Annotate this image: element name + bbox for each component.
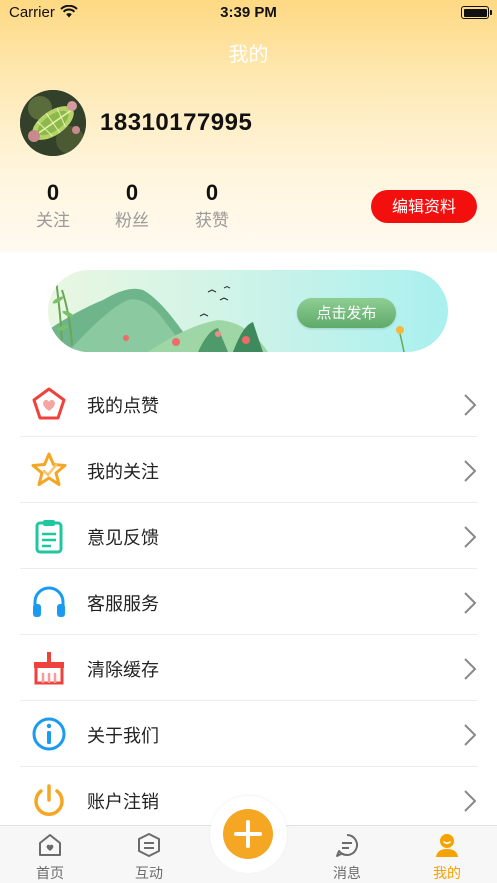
page-title: 我的	[228, 42, 269, 66]
profile-icon	[436, 834, 458, 857]
menu-label: 意见反馈	[87, 528, 159, 549]
menu-item-customer-service[interactable]: 客服服务	[20, 569, 477, 635]
menu-label: 客服服务	[87, 594, 159, 615]
menu-label: 我的点赞	[87, 396, 159, 417]
heart-pentagon-icon	[32, 387, 66, 420]
stat-following-label: 关注	[36, 211, 70, 231]
menu-item-feedback[interactable]: 意见反馈	[20, 503, 477, 569]
clock: 3:39 PM	[220, 4, 277, 21]
headphones-icon	[33, 586, 65, 617]
plus-icon	[234, 820, 262, 848]
stat-likes[interactable]: 0 获赞	[182, 180, 242, 231]
star-icon	[31, 452, 67, 486]
message-icon	[336, 834, 358, 857]
menu-label: 我的关注	[87, 462, 159, 483]
menu-item-clear-cache[interactable]: 清除缓存	[20, 635, 477, 701]
interaction-icon	[138, 833, 160, 857]
info-icon	[32, 717, 66, 751]
battery-icon	[461, 6, 492, 19]
menu-label: 账户注销	[87, 792, 159, 813]
stat-fans[interactable]: 0 粉丝	[102, 180, 162, 231]
chevron-right-icon	[464, 724, 477, 746]
stat-likes-label: 获赞	[195, 211, 229, 231]
publish-button[interactable]: 点击发布	[297, 298, 396, 328]
avatar[interactable]	[20, 90, 86, 156]
publish-fab[interactable]	[223, 809, 273, 859]
tab-label: 互动	[135, 866, 163, 882]
menu-item-about-us[interactable]: 关于我们	[20, 701, 477, 767]
chevron-right-icon	[464, 790, 477, 812]
menu-item-my-likes[interactable]: 我的点赞	[20, 371, 477, 437]
tab-label: 消息	[333, 866, 361, 882]
stat-fans-label: 粉丝	[115, 211, 149, 231]
tab-profile[interactable]: 我的	[412, 826, 482, 883]
edit-profile-button[interactable]: 编辑资料	[371, 190, 477, 223]
tab-interaction[interactable]: 互动	[114, 826, 184, 883]
home-icon	[39, 834, 61, 856]
tab-label: 首页	[36, 866, 64, 882]
chevron-right-icon	[464, 394, 477, 416]
chevron-right-icon	[464, 526, 477, 548]
stat-likes-value: 0	[205, 180, 219, 205]
stat-following[interactable]: 0 关注	[23, 180, 83, 231]
tab-home[interactable]: 首页	[15, 826, 85, 883]
stat-following-value: 0	[46, 180, 60, 205]
menu-label: 清除缓存	[87, 660, 159, 681]
menu-label: 关于我们	[87, 726, 159, 747]
settings-menu: 我的点赞 我的关注 意见反馈 客服服务 清除缓存 关于我们 账户注销	[20, 371, 477, 833]
chevron-right-icon	[464, 460, 477, 482]
broom-icon	[34, 652, 64, 685]
power-icon	[34, 784, 64, 816]
status-bar: Carrier 3:39 PM	[0, 0, 497, 28]
tab-messages[interactable]: 消息	[312, 826, 382, 883]
tab-label: 我的	[433, 866, 461, 882]
clipboard-icon	[35, 520, 63, 554]
chevron-right-icon	[464, 592, 477, 614]
stat-fans-value: 0	[125, 180, 139, 205]
menu-item-my-follows[interactable]: 我的关注	[20, 437, 477, 503]
chevron-right-icon	[464, 658, 477, 680]
avatar-image	[20, 90, 86, 156]
username: 18310177995	[100, 109, 253, 136]
